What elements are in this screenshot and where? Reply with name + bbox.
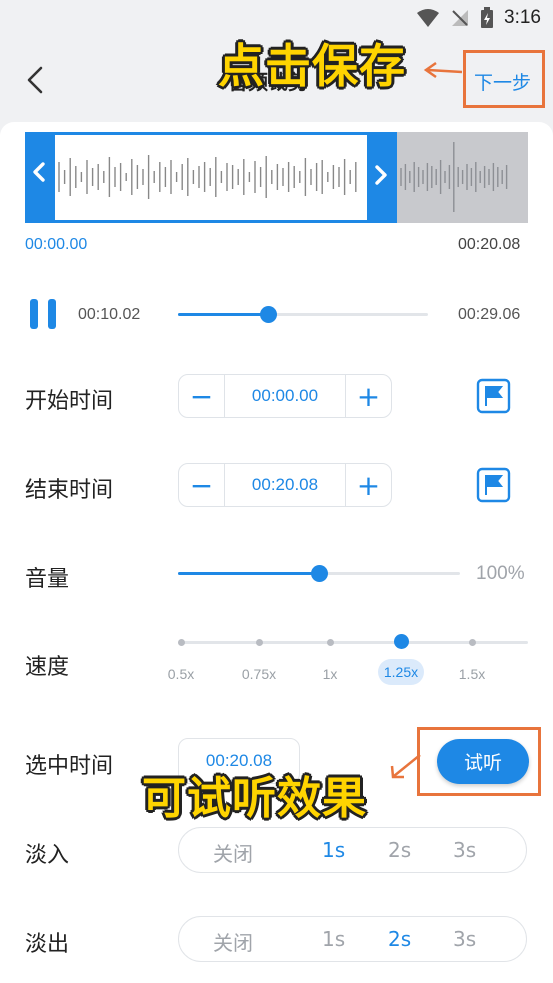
listen-hint-annotation: 可试听效果 — [142, 773, 367, 824]
status-time: 3:16 — [504, 7, 541, 28]
fade-out-option[interactable]: 3s — [453, 927, 476, 951]
speed-option-dot[interactable] — [468, 639, 476, 646]
wifi-icon — [417, 9, 440, 27]
volume-percent: 100% — [476, 563, 525, 584]
fade-in-option[interactable]: 1s — [322, 838, 345, 862]
preview-button-highlight — [417, 727, 541, 796]
pause-icon[interactable] — [28, 298, 60, 330]
end-time-decrement-button[interactable]: − — [179, 464, 224, 506]
speed-option-label[interactable]: 1.5x — [442, 666, 502, 682]
set-start-marker-icon[interactable] — [476, 378, 511, 414]
start-time-value[interactable]: 00:00.00 — [224, 375, 346, 417]
fade-out-selector: 关闭 1s 2s 3s — [178, 916, 527, 962]
fade-in-option[interactable]: 关闭 — [213, 838, 253, 867]
fade-out-option[interactable]: 关闭 — [213, 927, 253, 956]
playback-progress — [178, 313, 268, 316]
speed-option-label[interactable]: 1.25x — [378, 659, 424, 685]
waveform-end-time: 00:20.08 — [458, 236, 521, 253]
end-time-label: 结束时间 — [25, 478, 114, 503]
speed-option-dot[interactable] — [177, 639, 185, 646]
playback-slider[interactable] — [178, 313, 428, 316]
battery-charging-icon — [481, 7, 494, 28]
start-time-increment-button[interactable]: + — [346, 375, 391, 417]
status-icons: 3:16 — [416, 6, 541, 30]
speed-option-label[interactable]: 0.75x — [229, 666, 289, 682]
speed-option-dot[interactable] — [326, 639, 334, 646]
speed-label: 速度 — [25, 655, 70, 680]
start-time-stepper: − 00:00.00 + — [178, 374, 392, 418]
fade-in-selector: 关闭 1s 2s 3s — [178, 827, 527, 873]
fade-in-option[interactable]: 3s — [453, 838, 476, 862]
waveform-graphic — [58, 142, 508, 212]
fade-out-label: 淡出 — [25, 932, 70, 957]
back-arrow-icon[interactable] — [22, 62, 50, 98]
selected-time-label: 选中时间 — [25, 754, 114, 779]
no-signal-icon — [452, 10, 469, 26]
end-time-value[interactable]: 00:20.08 — [224, 464, 346, 506]
volume-label: 音量 — [25, 567, 70, 592]
next-step-highlight — [463, 50, 545, 108]
left-trim-handle[interactable] — [30, 160, 48, 191]
set-end-marker-icon[interactable] — [476, 467, 511, 503]
speed-option-dot[interactable] — [393, 634, 409, 649]
fade-out-option[interactable]: 1s — [322, 927, 345, 951]
volume-knob[interactable] — [311, 565, 328, 582]
fade-out-option[interactable]: 2s — [388, 927, 411, 951]
playback-current-time: 00:10.02 — [78, 306, 141, 323]
start-time-label: 开始时间 — [25, 389, 114, 414]
annotation-arrow-icon — [423, 61, 463, 79]
speed-option-dot[interactable] — [255, 639, 263, 646]
speed-slider[interactable] — [178, 641, 528, 644]
fade-in-option[interactable]: 2s — [388, 838, 411, 862]
chevron-left-icon — [33, 162, 45, 182]
playback-knob[interactable] — [260, 306, 277, 323]
save-hint-annotation: 点击保存 — [218, 39, 406, 93]
speed-option-label[interactable]: 1x — [300, 666, 360, 682]
volume-level — [178, 572, 319, 575]
start-time-decrement-button[interactable]: − — [179, 375, 224, 417]
fade-in-label: 淡入 — [25, 843, 70, 868]
chevron-right-icon — [375, 165, 387, 185]
playback-duration: 00:29.06 — [458, 306, 521, 323]
waveform-start-time: 00:00.00 — [25, 236, 88, 253]
end-time-increment-button[interactable]: + — [346, 464, 391, 506]
end-time-stepper: − 00:20.08 + — [178, 463, 392, 507]
right-trim-handle[interactable] — [372, 163, 390, 194]
speed-option-label[interactable]: 0.5x — [151, 666, 211, 682]
